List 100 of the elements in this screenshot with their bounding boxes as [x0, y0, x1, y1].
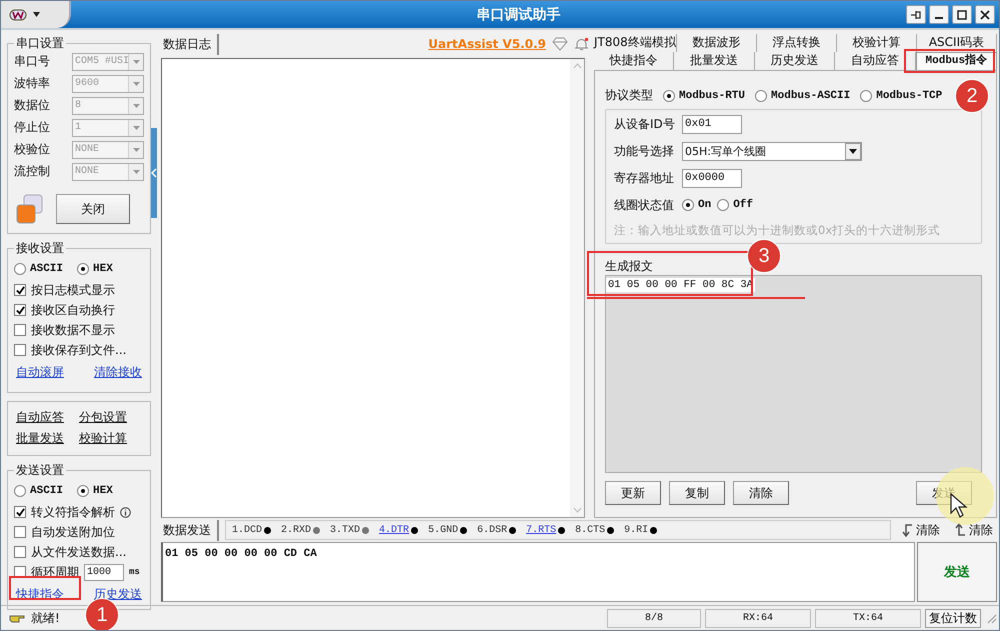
signal-label: 6.DSR [477, 524, 508, 536]
tab[interactable]: 浮点转换 [756, 34, 837, 52]
caret-icon [132, 148, 140, 152]
radio-button[interactable] [860, 90, 872, 102]
signal-label: 5.GND [428, 524, 458, 536]
signal-label: 1.DCD [232, 524, 262, 536]
function-select[interactable]: 05H:写单个线圈 [682, 142, 862, 160]
link[interactable]: 分包设置 [79, 409, 142, 426]
chevron-left-icon [151, 168, 157, 178]
field-label: 寄存器地址 [614, 170, 675, 186]
caret-icon [132, 60, 140, 64]
close-icon[interactable] [975, 5, 995, 24]
checkbox[interactable] [14, 506, 26, 518]
highlight-frame [9, 576, 81, 600]
caret-icon [849, 148, 857, 154]
radio-button[interactable] [77, 485, 90, 497]
input-field[interactable]: 0x01 [682, 114, 742, 134]
splitter-handle[interactable] [151, 128, 157, 218]
group-title: 串口设置 [15, 35, 65, 52]
tab[interactable]: JT808终端模拟 [594, 34, 677, 52]
radio-button[interactable] [77, 263, 90, 275]
link[interactable]: 校验计算 [79, 430, 142, 447]
pin-icon[interactable] [906, 5, 926, 24]
radio-label: HEX [93, 485, 113, 497]
window-title: 串口调试助手 [476, 6, 562, 24]
link[interactable]: 批量发送 [16, 430, 79, 447]
note-text: 注：输入地址或数值可以为十进制数或0x打头的十六进制形式 [614, 223, 942, 238]
info-icon[interactable] [120, 506, 131, 518]
field-label: 停止位 [14, 119, 50, 136]
clear-button[interactable]: 清除 [950, 522, 997, 538]
checkbox-label: 按日志模式显示 [31, 282, 115, 298]
checkbox[interactable] [14, 546, 26, 558]
close-port-button[interactable]: 关闭 [56, 194, 130, 224]
caret-icon [132, 170, 140, 174]
checkbox-label: 接收区自动换行 [31, 302, 115, 318]
resize-grip-icon[interactable] [985, 612, 997, 624]
arrow-down-icon [901, 523, 913, 537]
signal-label: 8.CTS [575, 524, 606, 536]
radio-label: Modbus-RTU [679, 90, 746, 102]
maximize-icon[interactable] [952, 5, 972, 24]
tab[interactable]: 校验计算 [836, 34, 917, 52]
action-button[interactable]: 清除 [733, 481, 789, 505]
field-label: 协议类型 [605, 87, 653, 104]
checkbox-label: 转义符指令解析 [31, 504, 115, 520]
caret-icon [33, 12, 40, 17]
radio-button[interactable] [755, 90, 768, 102]
period-field[interactable]: 1000 [84, 564, 124, 580]
checkbox[interactable] [14, 304, 26, 316]
status-cell: 8/8 [607, 608, 701, 628]
signal-label: 3.TXD [330, 524, 360, 536]
checkbox[interactable] [14, 284, 26, 296]
radio-label: ASCII [30, 263, 64, 275]
tab[interactable]: 数据日志 [157, 34, 219, 54]
group-title: 接收设置 [15, 240, 65, 257]
action-button[interactable]: 复制 [669, 481, 725, 505]
checkbox[interactable] [14, 324, 26, 336]
field-label: 线圈状态值 [614, 196, 675, 214]
radio-button[interactable] [14, 485, 26, 497]
radio-label: ASCII [30, 485, 64, 497]
send-button[interactable]: 发送 [917, 542, 997, 602]
radio-button[interactable] [663, 90, 675, 102]
signal-label: 2.RXD [281, 524, 312, 536]
caret-icon [132, 104, 140, 108]
clear-button[interactable]: 清除 [897, 522, 944, 538]
input-field[interactable]: 0x0000 [682, 168, 742, 188]
unit-label: ms [129, 567, 140, 577]
send-input[interactable]: 01 05 00 00 00 00 CD CA [161, 542, 915, 602]
radio-label: HEX [93, 263, 113, 275]
link[interactable]: 自动滚屏 [16, 364, 64, 381]
minimize-icon[interactable] [929, 5, 949, 24]
field-label: 数据位 [14, 97, 50, 114]
radio-button[interactable] [682, 199, 694, 211]
checkbox[interactable] [14, 526, 26, 538]
checkbox-label: 自动发送附加位 [31, 524, 115, 540]
output-label: 生成报文 [605, 258, 654, 275]
reset-count-button[interactable]: 复位计数 [925, 608, 981, 628]
field-label: 波特率 [14, 75, 50, 92]
tab[interactable]: 数据波形 [676, 34, 757, 52]
radio-button[interactable] [717, 199, 730, 211]
status-cell: RX:64 [705, 608, 811, 628]
group-title: 发送设置 [15, 462, 65, 479]
app-menu-button[interactable] [1, 1, 71, 28]
bell-icon[interactable] [574, 36, 589, 52]
radio-label: On [698, 199, 712, 211]
signal-label: 9.RI [624, 524, 648, 536]
caret-icon [132, 82, 140, 86]
link[interactable]: 自动应答 [16, 409, 79, 426]
checkbox-label: 接收保存到文件... [31, 342, 126, 358]
signal-link[interactable]: 7.RTS [526, 524, 556, 536]
radio-label: Off [733, 199, 754, 211]
checkbox[interactable] [14, 344, 26, 356]
diamond-icon[interactable] [552, 37, 568, 51]
app-logo [9, 8, 27, 20]
radio-label: Modbus-TCP [876, 90, 942, 102]
signal-link[interactable]: 4.DTR [379, 524, 410, 536]
radio-button[interactable] [14, 263, 26, 275]
action-button[interactable]: 更新 [605, 481, 661, 505]
arrow-up-icon [954, 523, 966, 537]
tab[interactable]: Modbus指令 [916, 52, 998, 70]
link[interactable]: 清除接收 [94, 364, 142, 381]
